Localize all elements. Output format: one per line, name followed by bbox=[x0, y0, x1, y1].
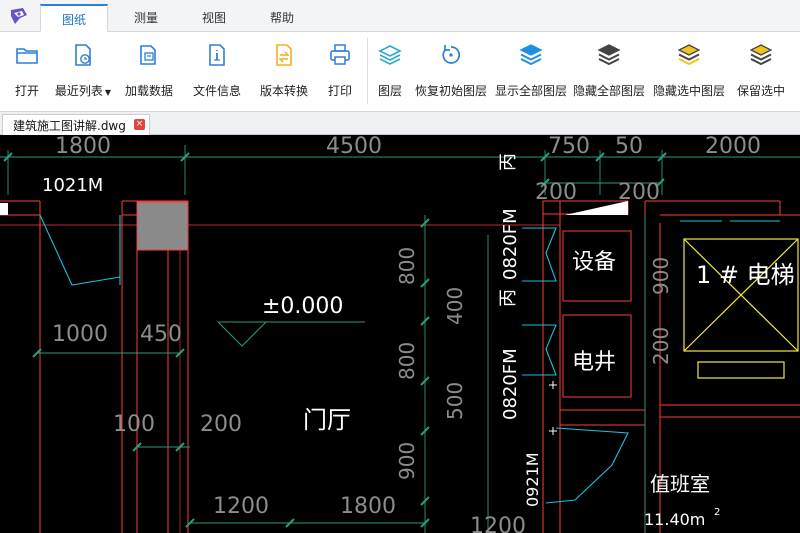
dim-1800-top: 1800 bbox=[55, 135, 111, 159]
dim-200-d: 200 bbox=[649, 327, 673, 365]
tab-view[interactable]: 视图 bbox=[184, 4, 244, 32]
document-tab-bar: 建筑施工图讲解.dwg × bbox=[0, 112, 800, 135]
room-label-elevator: 1 # 电梯 bbox=[696, 261, 795, 289]
dim-400: 400 bbox=[443, 287, 467, 325]
drawing-svg[interactable]: 1800 4500 750 50 2000 200 200 1000 450 1… bbox=[0, 135, 800, 533]
file-info-label: 文件信息 bbox=[192, 84, 241, 98]
elevator-shaft bbox=[683, 238, 799, 379]
dim-200-b: 200 bbox=[618, 180, 660, 205]
room-label-electric-well: 电井 bbox=[572, 350, 616, 375]
keep-selected-icon bbox=[749, 44, 773, 66]
file-info-icon bbox=[209, 44, 225, 66]
layers-icon bbox=[378, 45, 402, 65]
hide-selected-layers-icon bbox=[677, 44, 701, 66]
keep-selected-button[interactable]: 保留选中 bbox=[730, 32, 792, 112]
tab-help[interactable]: 帮助 bbox=[252, 4, 312, 32]
load-data-button[interactable]: 加载数据 bbox=[120, 32, 178, 112]
dim-1200-a: 1200 bbox=[213, 494, 269, 519]
dim-200-c: 200 bbox=[200, 412, 242, 437]
open-button[interactable]: 打开 bbox=[6, 32, 48, 112]
recent-file-icon bbox=[75, 44, 91, 66]
room-area-label: 11.40m bbox=[644, 510, 705, 529]
layers-label: 图层 bbox=[377, 84, 402, 98]
drawing-canvas[interactable]: 1800 4500 750 50 2000 200 200 1000 450 1… bbox=[0, 135, 800, 533]
dim-1800-b: 1800 bbox=[340, 494, 396, 519]
hide-all-layers-icon bbox=[597, 44, 621, 66]
version-convert-label: 版本转换 bbox=[259, 84, 308, 98]
restore-layers-icon bbox=[442, 45, 461, 64]
dim-500: 500 bbox=[443, 382, 467, 420]
dim-900-b: 900 bbox=[649, 257, 673, 295]
file-info-button[interactable]: 文件信息 bbox=[188, 32, 246, 112]
fire-class-label-b: 丙 bbox=[498, 289, 519, 307]
load-data-label: 加载数据 bbox=[124, 84, 173, 98]
menu-bar: 图纸 测量 视图 帮助 bbox=[0, 0, 800, 32]
show-all-layers-label: 显示全部图层 bbox=[494, 84, 567, 98]
elevation-label: ±0.000 bbox=[262, 294, 343, 319]
close-icon[interactable]: × bbox=[134, 119, 145, 130]
ribbon-separator bbox=[367, 38, 368, 104]
column-block bbox=[136, 201, 189, 251]
hide-all-layers-button[interactable]: 隐藏全部图层 bbox=[570, 32, 648, 112]
dim-800-b: 800 bbox=[395, 342, 419, 380]
print-button[interactable]: 打印 bbox=[320, 32, 360, 112]
wall-end-marker bbox=[0, 203, 8, 215]
room-label-hall: 门厅 bbox=[303, 406, 351, 434]
document-tab-title: 建筑施工图讲解.dwg bbox=[13, 119, 126, 133]
restore-layers-label: 恢复初始图层 bbox=[414, 84, 487, 98]
room-label-equipment: 设备 bbox=[572, 250, 616, 275]
version-convert-icon bbox=[276, 44, 292, 66]
print-label: 打印 bbox=[327, 84, 352, 98]
dim-4500: 4500 bbox=[326, 135, 382, 159]
dim-750: 750 bbox=[548, 135, 590, 159]
printer-icon bbox=[330, 44, 350, 65]
chevron-down-icon: ▼ bbox=[104, 88, 112, 97]
insert-marks bbox=[549, 381, 557, 435]
room-area-superscript: 2 bbox=[714, 507, 720, 518]
dim-1200-b: 1200 bbox=[470, 514, 526, 533]
dim-1000: 1000 bbox=[52, 322, 108, 347]
recent-list-text: 最近列表 bbox=[54, 84, 103, 98]
elevation-symbol bbox=[217, 321, 365, 347]
dim-900-a: 900 bbox=[395, 442, 419, 480]
keep-selected-label: 保留选中 bbox=[736, 84, 785, 98]
door-label-0820fm-a: 0820FM bbox=[500, 208, 521, 280]
recent-list-button[interactable]: 最近列表 ▼ bbox=[52, 32, 114, 112]
door-label-0820fm-b: 0820FM bbox=[500, 348, 521, 420]
version-convert-button[interactable]: 版本转换 bbox=[254, 32, 314, 112]
tab-drawing[interactable]: 图纸 bbox=[40, 4, 108, 32]
folder-icon bbox=[16, 48, 38, 64]
tab-measure[interactable]: 测量 bbox=[116, 4, 176, 32]
ribbon-toolbar: 打开 最近列表 ▼ 加载数据 文件信息 版本转换 打印 图层 恢复初始图层 显示… bbox=[0, 32, 800, 112]
show-all-layers-button[interactable]: 显示全部图层 bbox=[492, 32, 570, 112]
document-tab[interactable]: 建筑施工图讲解.dwg × bbox=[2, 114, 150, 135]
dim-2000: 2000 bbox=[705, 135, 761, 159]
door-label-0921m: 0921M bbox=[523, 452, 542, 507]
recent-list-label: 最近列表 ▼ bbox=[52, 82, 114, 99]
show-all-layers-icon bbox=[519, 44, 543, 66]
layers-button[interactable]: 图层 bbox=[372, 32, 408, 112]
hide-selected-layers-button[interactable]: 隐藏选中图层 bbox=[650, 32, 728, 112]
dim-800-a: 800 bbox=[395, 247, 419, 285]
restore-layers-button[interactable]: 恢复初始图层 bbox=[412, 32, 490, 112]
hide-all-layers-label: 隐藏全部图层 bbox=[572, 84, 645, 98]
open-label: 打开 bbox=[14, 84, 39, 98]
dim-50: 50 bbox=[615, 135, 643, 159]
dim-200-a: 200 bbox=[535, 180, 577, 205]
fire-class-label-a: 丙 bbox=[498, 153, 519, 171]
dim-450: 450 bbox=[140, 322, 182, 347]
hide-selected-layers-label: 隐藏选中图层 bbox=[652, 84, 725, 98]
dim-100: 100 bbox=[113, 412, 155, 437]
door-label-1021m: 1021M bbox=[42, 175, 103, 196]
load-data-icon bbox=[140, 45, 156, 65]
app-logo-icon[interactable] bbox=[8, 6, 30, 26]
room-label-duty-room: 值班室 bbox=[650, 472, 710, 496]
